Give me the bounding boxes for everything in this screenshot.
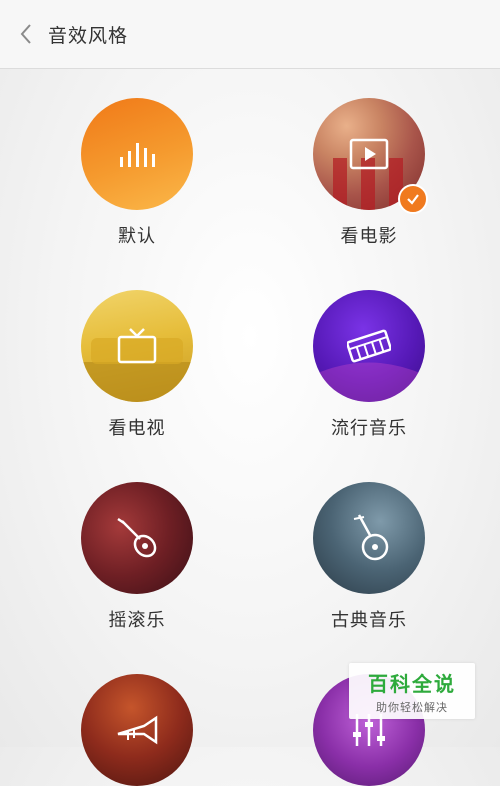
pipa-icon xyxy=(353,514,389,561)
keyboard-icon xyxy=(347,329,391,363)
preset-label: 看电视 xyxy=(108,418,166,439)
tv-icon xyxy=(117,328,157,364)
preset-jazz-thumb xyxy=(81,674,193,786)
movie-play-icon xyxy=(349,138,389,170)
preset-default[interactable]: 默认 xyxy=(57,98,217,248)
sound-bars-icon xyxy=(120,143,155,167)
preset-tv-thumb xyxy=(81,290,193,402)
watermark-subtitle: 助你轻松解决 xyxy=(376,700,448,714)
preset-default-thumb xyxy=(81,98,193,210)
preset-classical-thumb xyxy=(313,482,425,594)
chevron-left-icon xyxy=(20,24,31,44)
back-button[interactable] xyxy=(12,20,40,48)
page-title: 音效风格 xyxy=(48,24,129,47)
preset-rock[interactable]: 摇滚乐 xyxy=(57,482,217,632)
preset-label: 古典音乐 xyxy=(331,610,407,631)
preset-label: 摇滚乐 xyxy=(108,610,166,631)
guitar-icon xyxy=(117,517,157,558)
preset-jazz[interactable] xyxy=(57,674,217,786)
preset-label: 看电影 xyxy=(340,226,398,247)
preset-rock-thumb xyxy=(81,482,193,594)
preset-label: 默认 xyxy=(118,226,156,247)
trumpet-icon xyxy=(117,715,158,745)
watermark-title: 百科全说 xyxy=(368,671,456,696)
preset-pop[interactable]: 流行音乐 xyxy=(289,290,449,440)
preset-tv[interactable]: 看电视 xyxy=(57,290,217,440)
selected-check-icon xyxy=(398,184,428,214)
preset-pop-thumb xyxy=(313,290,425,402)
preset-label: 流行音乐 xyxy=(331,418,407,439)
top-bar: 音效风格 xyxy=(0,0,500,69)
watermark: 百科全说 助你轻松解决 xyxy=(349,663,475,719)
preset-classical[interactable]: 古典音乐 xyxy=(289,482,449,632)
preset-movie[interactable]: 看电影 xyxy=(289,98,449,248)
